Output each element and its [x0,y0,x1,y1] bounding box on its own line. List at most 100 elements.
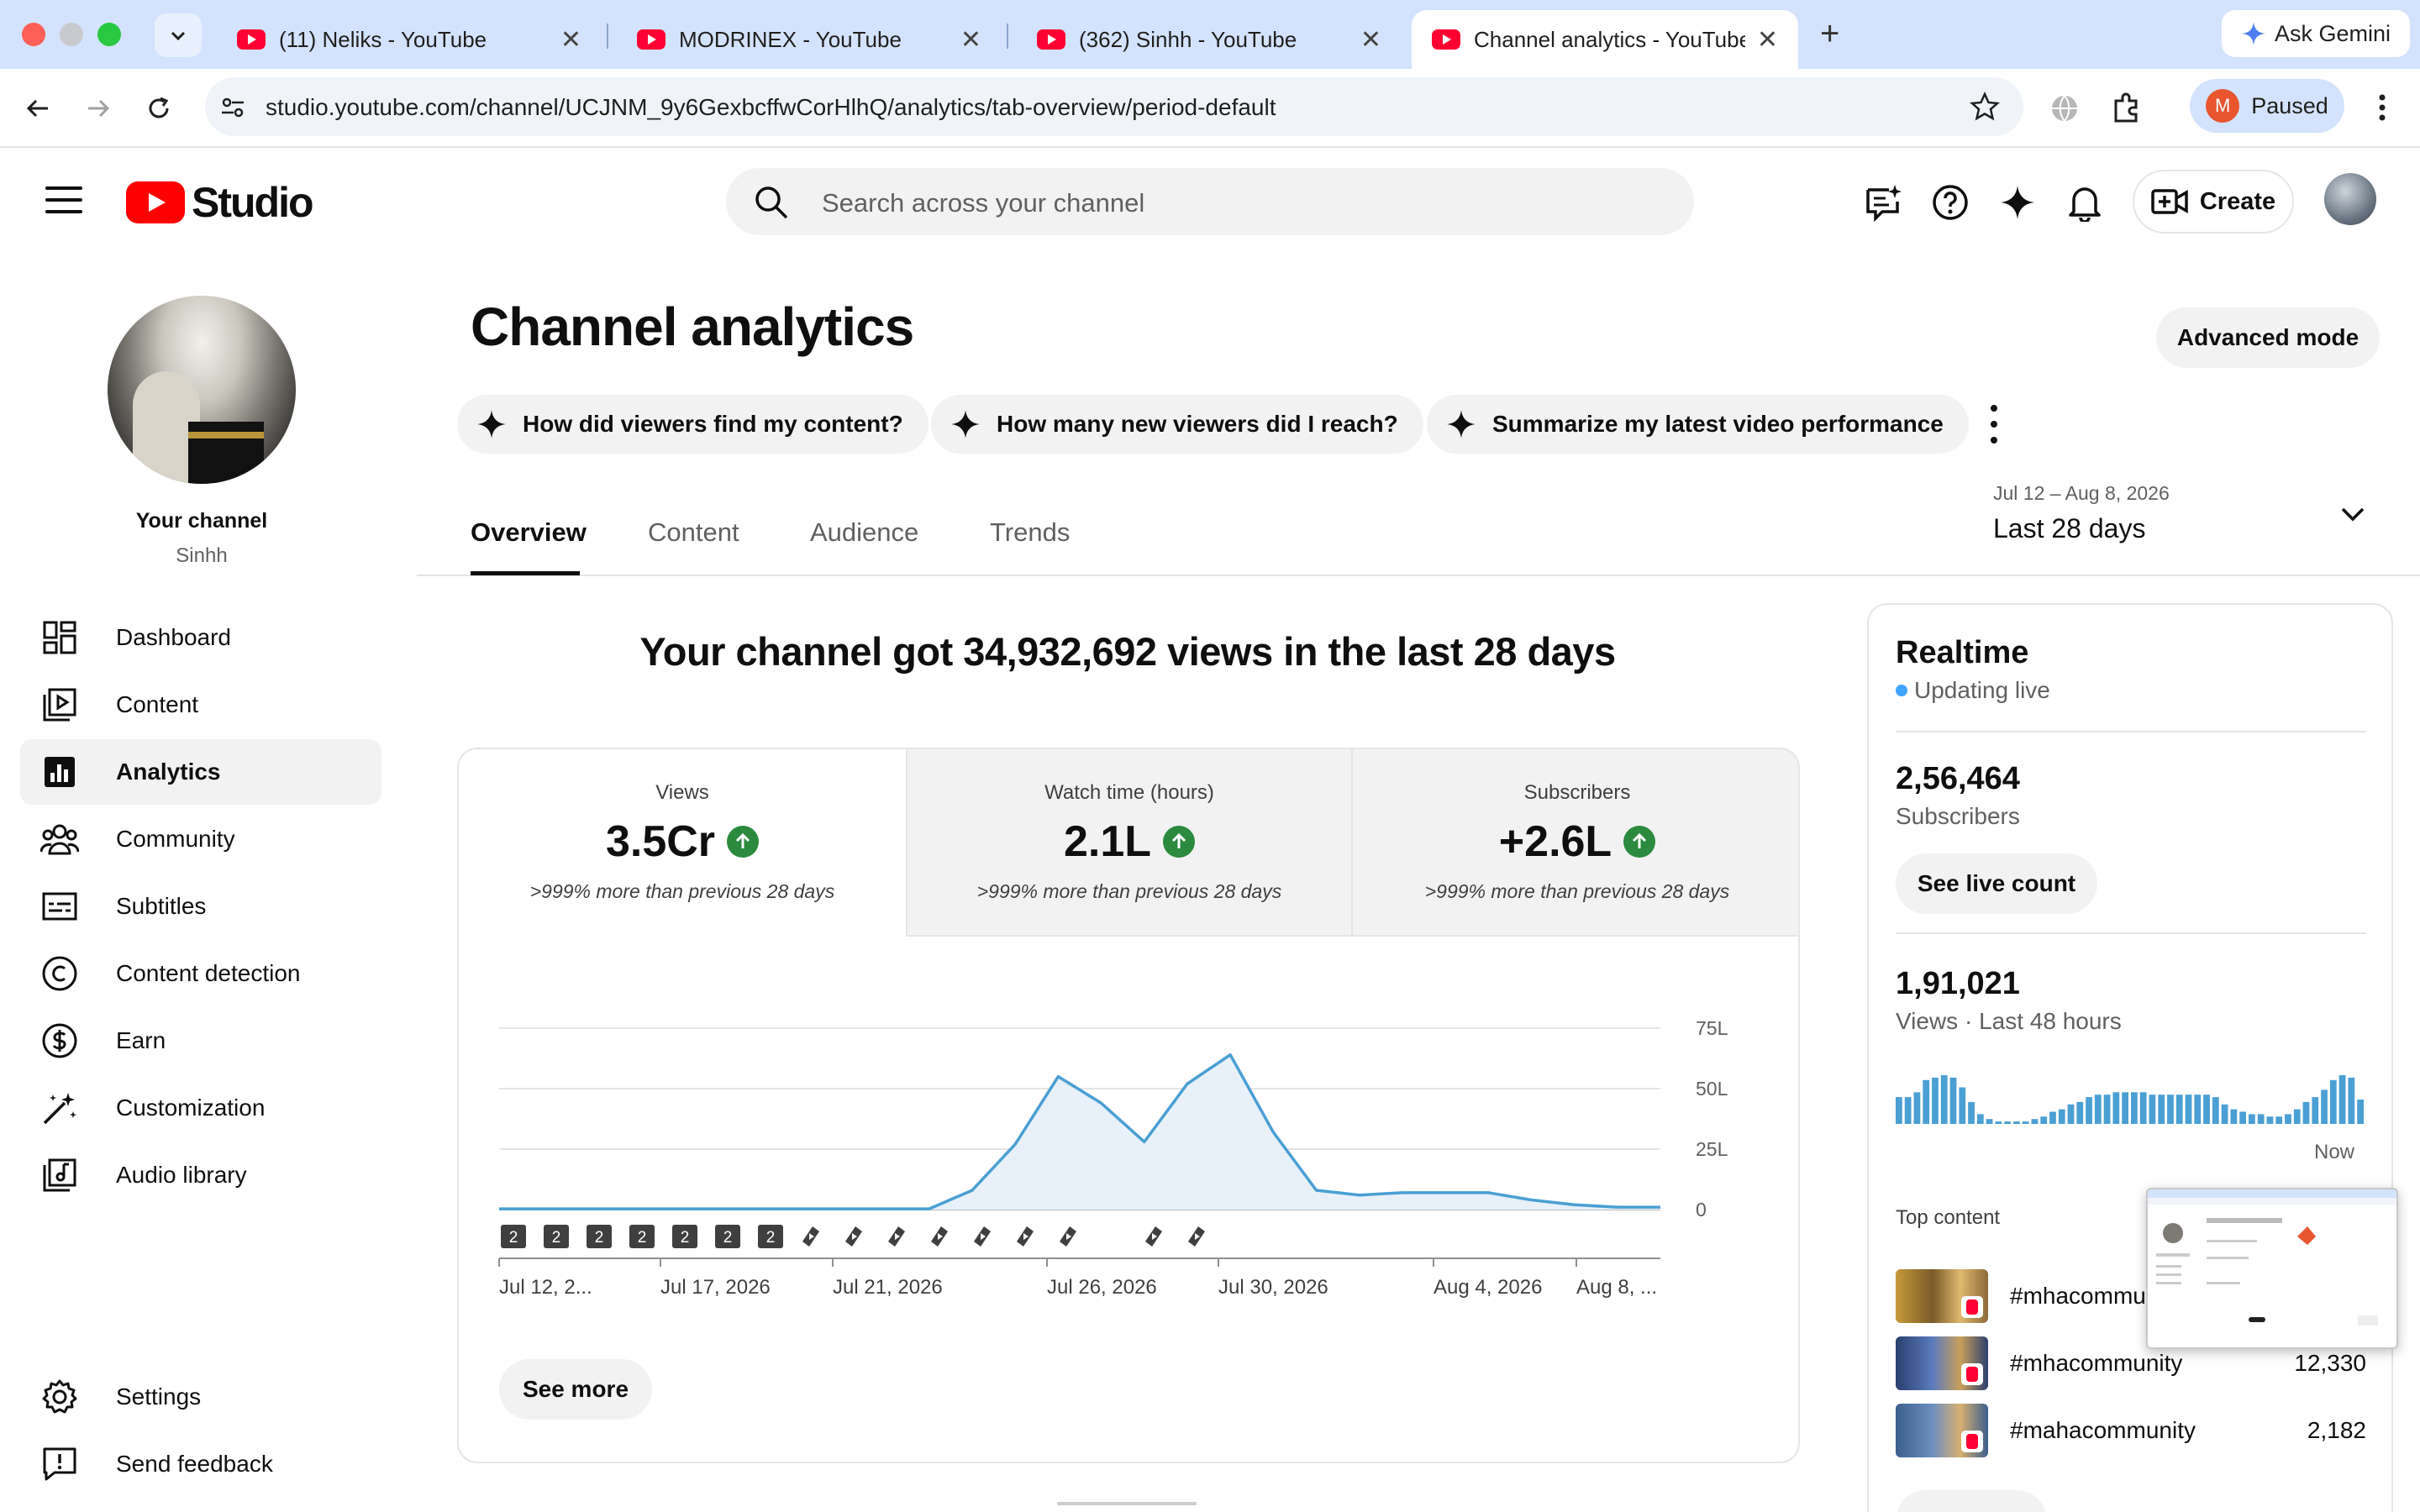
sidebar-item-audio-library[interactable]: Audio library [20,1142,381,1208]
realtime-bar[interactable] [2175,1095,2183,1124]
realtime-bar[interactable] [2076,1101,2084,1124]
realtime-bar[interactable] [2167,1095,2174,1124]
sidebar-item-customization[interactable]: Customization [20,1075,381,1141]
close-tab-icon[interactable]: ✕ [560,25,581,55]
close-tab-icon[interactable]: ✕ [960,25,981,55]
sidebar-item-settings[interactable]: Settings [20,1364,381,1430]
realtime-bar[interactable] [2257,1114,2265,1124]
sidebar-item-community[interactable]: Community [20,806,381,872]
sidebar-item-subtitles[interactable]: Subtitles [20,874,381,939]
realtime-bar[interactable] [1976,1114,1984,1124]
sidebar-item-content[interactable]: Content [20,672,381,738]
sidebar-item-dashboard[interactable]: Dashboard [20,605,381,670]
realtime-bar[interactable] [1949,1077,1957,1124]
realtime-bar[interactable] [1896,1097,1902,1124]
realtime-bar[interactable] [2122,1092,2128,1124]
ask-gemini-button[interactable]: Ask Gemini [2222,10,2410,57]
scrollbar-thumb[interactable] [1057,1502,1197,1505]
new-tab-button[interactable]: + [1820,15,1839,53]
see-live-count-button[interactable]: See live count [1896,853,2097,914]
suggestion-chip[interactable]: Summarize my latest video performance [1427,395,1969,454]
help-button[interactable] [1929,181,1971,223]
realtime-bar[interactable] [2058,1109,2065,1124]
realtime-bar[interactable] [2194,1095,2202,1124]
hamburger-menu-icon[interactable] [45,186,82,217]
suggestion-chip[interactable]: How many new viewers did I reach? [931,395,1423,454]
screenshot-preview-thumbnail[interactable] [2146,1188,2398,1349]
browser-tab[interactable]: (11) Neliks - YouTube ✕ [217,10,602,69]
realtime-bar[interactable] [2004,1121,2011,1124]
studio-logo[interactable]: Studio [126,178,314,227]
realtime-bar[interactable] [1932,1077,1939,1124]
search-input[interactable]: Search across your channel [726,168,1694,235]
realtime-views-bar-chart[interactable] [1896,1074,2366,1142]
realtime-bar[interactable] [2239,1111,2246,1125]
realtime-bar[interactable] [2131,1092,2138,1124]
realtime-bar[interactable] [1904,1097,1912,1124]
extensions-puzzle-icon[interactable] [2109,91,2143,124]
realtime-bar[interactable] [2139,1092,2147,1124]
omnibox[interactable]: studio.youtube.com/channel/UCJNM_9y6Gexb… [205,77,2023,136]
tab-search-button[interactable] [155,13,202,57]
notifications-button[interactable] [2064,181,2106,223]
minimize-window-button[interactable] [60,23,83,46]
realtime-more-button[interactable] [1896,1490,2047,1512]
realtime-bar[interactable] [2094,1095,2102,1124]
channel-avatar[interactable] [108,296,296,484]
realtime-bar[interactable] [1959,1087,1966,1125]
sidebar-item-send-feedback[interactable]: Send feedback [20,1431,381,1497]
realtime-bar[interactable] [2275,1116,2283,1124]
realtime-bar[interactable] [2348,1077,2355,1124]
realtime-bar[interactable] [2049,1111,2056,1125]
realtime-bar[interactable] [2338,1075,2346,1124]
realtime-bar[interactable] [2103,1095,2111,1124]
realtime-bar[interactable] [1940,1075,1948,1124]
realtime-bar[interactable] [2040,1116,2048,1124]
realtime-bar[interactable] [1923,1079,1930,1124]
realtime-bar[interactable] [2067,1104,2075,1124]
realtime-bar[interactable] [2149,1095,2156,1124]
tab-audience[interactable]: Audience [810,517,918,548]
realtime-bar[interactable] [1986,1119,1993,1124]
realtime-bar[interactable] [2212,1097,2219,1124]
maximize-window-button[interactable] [97,23,121,46]
realtime-bar[interactable] [2312,1097,2319,1124]
realtime-bar[interactable] [2112,1092,2120,1124]
realtime-bar[interactable] [2329,1079,2337,1124]
suggestion-chip[interactable]: How did viewers find my content? [457,395,929,454]
realtime-bar[interactable] [2266,1116,2274,1124]
ai-sparkle-button[interactable] [1996,181,2039,223]
sidebar-item-earn[interactable]: Earn [20,1008,381,1074]
url-text[interactable]: studio.youtube.com/channel/UCJNM_9y6Gexb… [266,94,1276,121]
views-chart[interactable]: 75L 50L 25L 0 2 2 2 2 2 2 2 Jul 12, 2... Jul 17, 202… [459,749,1800,1354]
chevron-down-icon[interactable] [2336,497,2370,531]
realtime-bar[interactable] [2230,1109,2238,1124]
top-content-item[interactable]: #mahacommunity 2,182 [1896,1403,2366,1458]
bookmark-star-icon[interactable] [1970,92,2000,122]
close-tab-icon[interactable]: ✕ [1757,25,1778,55]
close-window-button[interactable] [22,23,45,46]
browser-tab-active[interactable]: Channel analytics - YouTube Studio ✕ [1412,10,1798,69]
browser-tab[interactable]: MODRINEX - YouTube ✕ [617,10,1002,69]
realtime-bar[interactable] [1913,1092,1921,1124]
date-range-picker[interactable]: Jul 12 – Aug 8, 2026 Last 28 days [1993,482,2170,544]
site-settings-icon[interactable] [218,93,247,122]
realtime-bar[interactable] [2249,1114,2255,1124]
sidebar-item-analytics[interactable]: Analytics [20,739,381,805]
sidebar-item-content-detection[interactable]: Content detection [20,941,381,1006]
tab-trends[interactable]: Trends [990,517,1070,548]
realtime-bar[interactable] [2031,1119,2039,1124]
back-button[interactable] [17,87,59,129]
close-tab-icon[interactable]: ✕ [1360,25,1381,55]
browser-tab[interactable]: (362) Sinhh - YouTube ✕ [1017,10,1402,69]
realtime-bar[interactable] [2158,1095,2165,1124]
forward-button[interactable] [77,87,119,129]
realtime-bar[interactable] [2203,1095,2210,1124]
realtime-bar[interactable] [2185,1095,2192,1124]
creator-messages-button[interactable] [1862,181,1904,223]
realtime-bar[interactable] [2086,1097,2092,1124]
realtime-bar[interactable] [1968,1101,1975,1124]
realtime-bar[interactable] [1995,1121,2002,1124]
realtime-bar[interactable] [2321,1089,2328,1124]
realtime-bar[interactable] [2022,1121,2029,1124]
